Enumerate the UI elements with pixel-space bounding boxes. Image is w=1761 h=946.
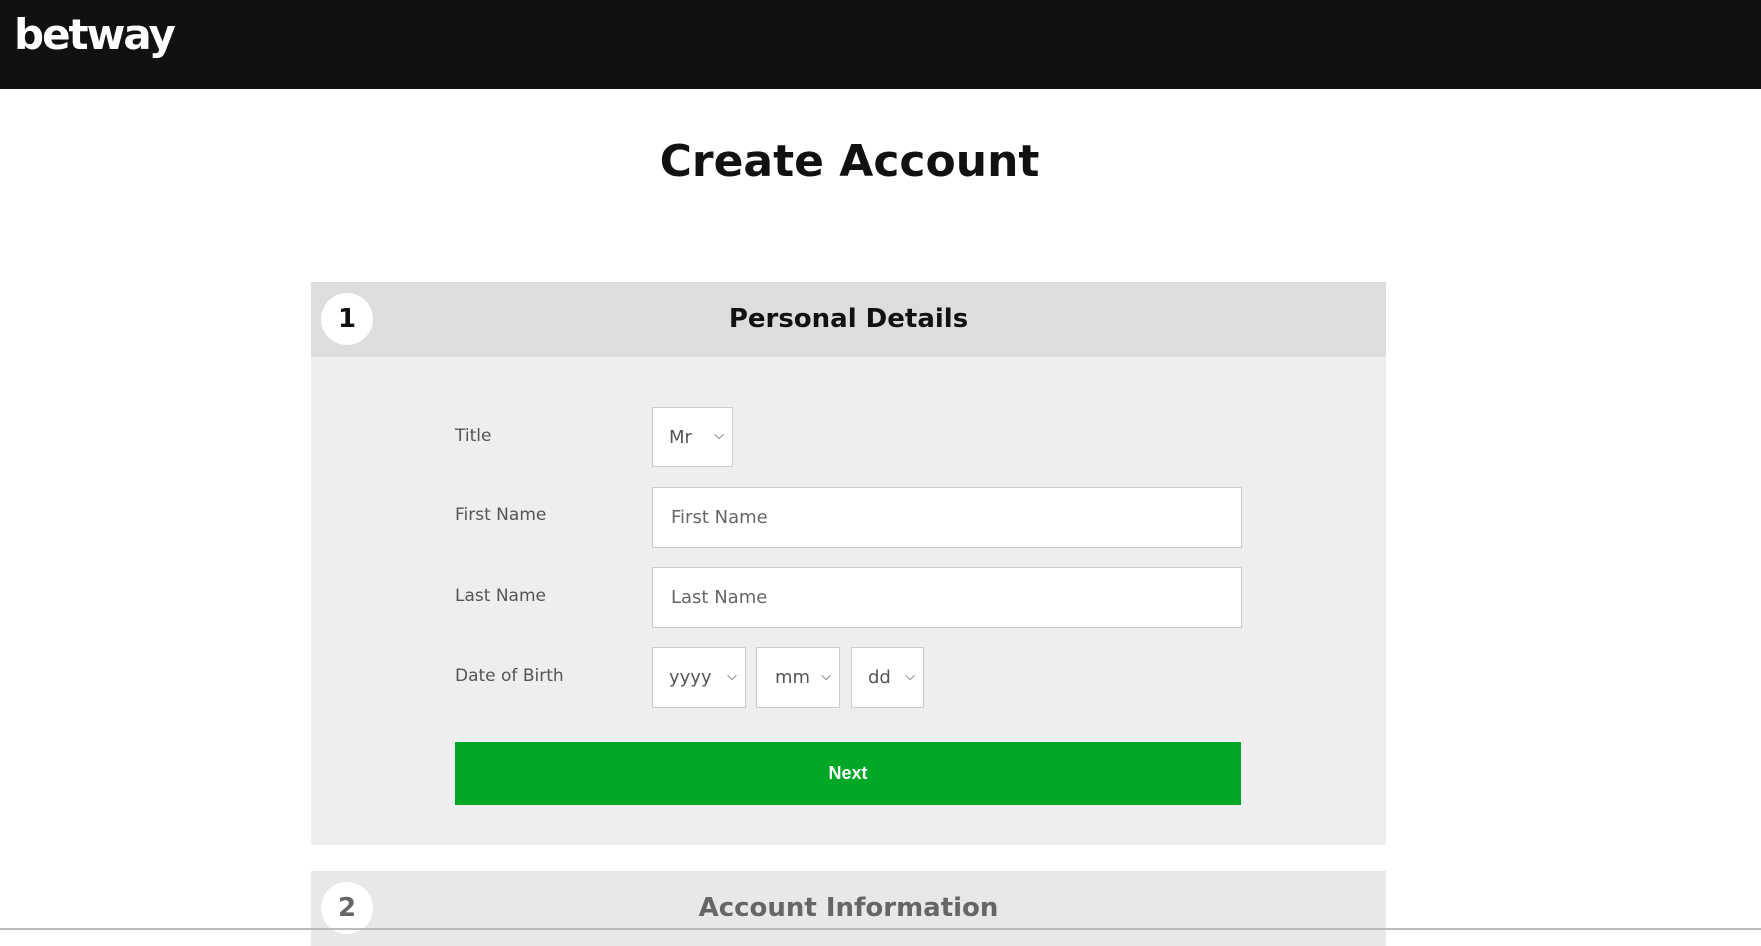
page-title: Create Account <box>659 136 1040 187</box>
dob-label: Date of Birth <box>455 666 564 686</box>
last-name-label: Last Name <box>455 586 546 606</box>
dob-day-value: dd <box>868 667 891 688</box>
chevron-down-icon: ⌵ <box>714 428 724 443</box>
dob-month-select[interactable]: mm ⌵ <box>756 647 840 708</box>
chevron-down-icon: ⌵ <box>905 668 915 684</box>
first-name-placeholder: First Name <box>671 507 768 528</box>
first-name-input[interactable]: First Name <box>652 487 1242 548</box>
next-button[interactable]: Next <box>455 742 1241 805</box>
title-select[interactable]: Mr ⌵ <box>652 407 733 467</box>
last-name-input[interactable]: Last Name <box>652 567 1242 628</box>
top-bar: betway <box>0 0 1761 89</box>
section-title: Account Information <box>698 893 999 923</box>
dob-month-value: mm <box>775 667 811 688</box>
section-title: Personal Details <box>728 304 969 334</box>
section-header-account-information[interactable]: 2 Account Information <box>311 871 1386 946</box>
dob-year-value: yyyy <box>669 667 712 688</box>
last-name-placeholder: Last Name <box>671 587 768 608</box>
section-header-personal-details[interactable]: 1 Personal Details <box>311 282 1386 357</box>
chevron-down-icon: ⌵ <box>727 668 737 684</box>
first-name-label: First Name <box>455 505 547 525</box>
title-value: Mr <box>669 426 692 448</box>
chevron-down-icon: ⌵ <box>821 668 831 684</box>
title-label: Title <box>455 426 492 446</box>
betway-logo[interactable]: betway <box>14 10 176 59</box>
dob-year-select[interactable]: yyyy ⌵ <box>652 647 746 708</box>
dob-day-select[interactable]: dd ⌵ <box>851 647 924 708</box>
